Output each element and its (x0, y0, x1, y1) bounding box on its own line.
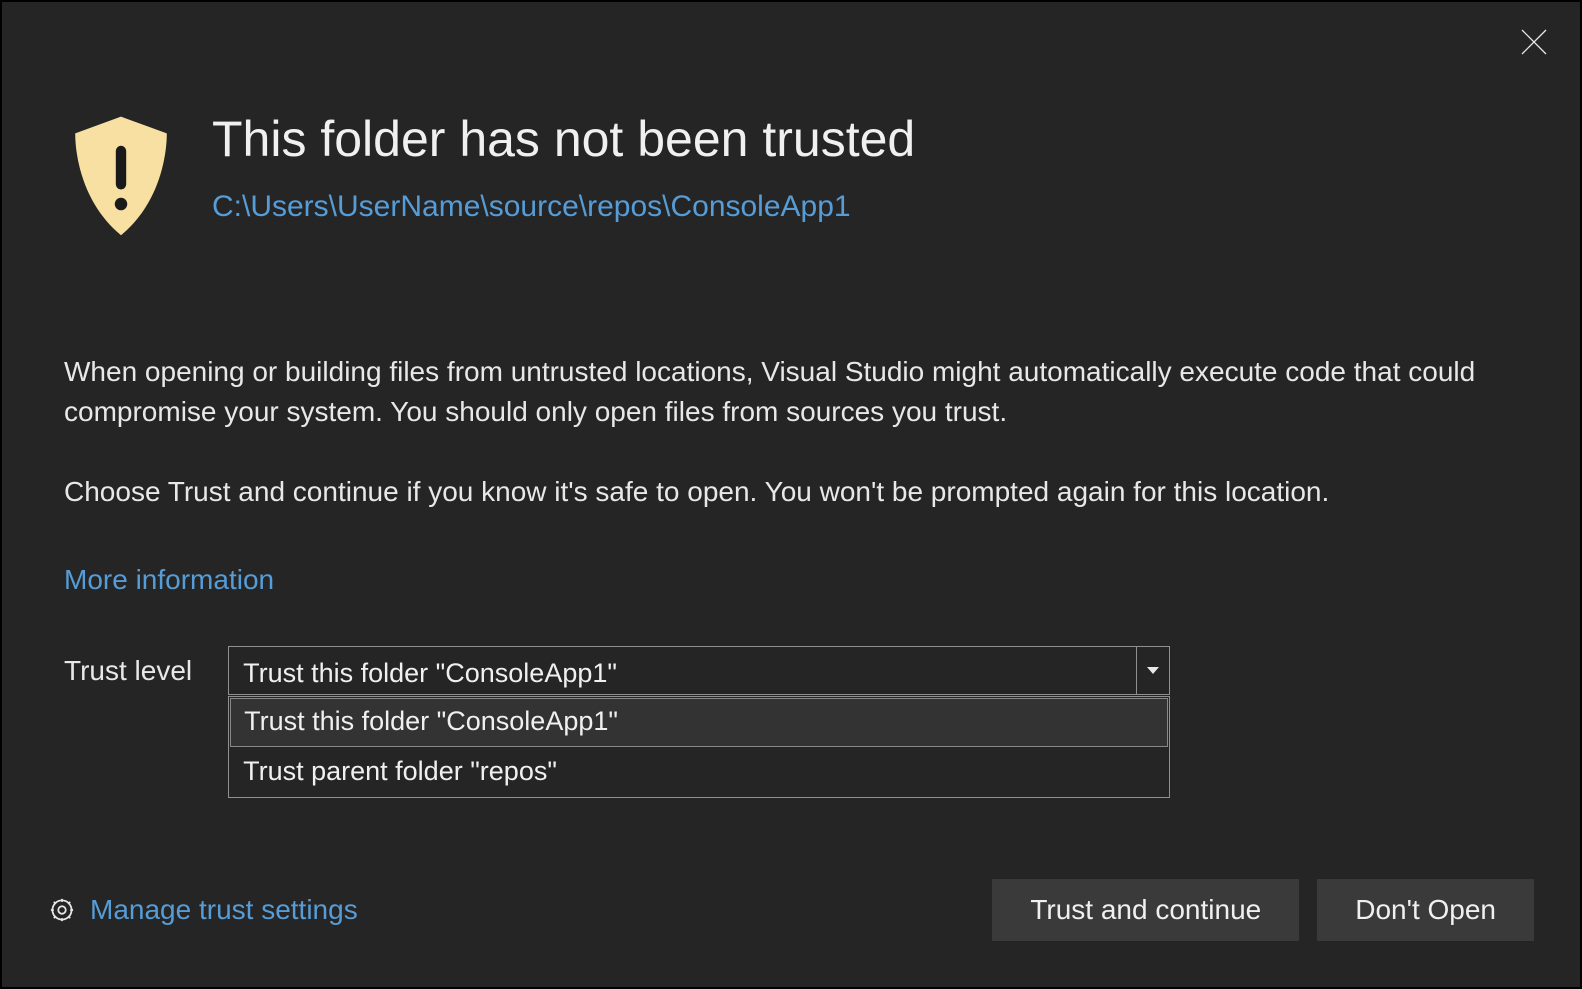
trust-level-combobox[interactable]: Trust this folder "ConsoleApp1" Trust th… (228, 646, 1170, 695)
folder-path: C:\Users\UserName\source\repos\ConsoleAp… (212, 190, 915, 224)
trust-level-dropdown: Trust this folder "ConsoleApp1" Trust pa… (228, 696, 1170, 798)
dialog-body: When opening or building files from untr… (64, 352, 1518, 596)
trust-level-label: Trust level (64, 655, 192, 687)
dialog-header: This folder has not been trusted C:\User… (56, 110, 915, 240)
shield-warning-icon (69, 114, 173, 240)
chevron-down-icon (1147, 667, 1159, 675)
dialog-buttons: Trust and continue Don't Open (992, 879, 1534, 941)
shield-icon-wrap (56, 110, 186, 240)
dialog-footer: Manage trust settings Trust and continue… (48, 879, 1534, 941)
close-button[interactable] (1516, 24, 1552, 60)
trust-level-option-0[interactable]: Trust this folder "ConsoleApp1" (230, 698, 1168, 747)
body-paragraph-2: Choose Trust and continue if you know it… (64, 472, 1518, 512)
manage-trust-settings-link[interactable]: Manage trust settings (48, 894, 358, 926)
dialog-title: This folder has not been trusted (212, 110, 915, 168)
manage-trust-settings-label: Manage trust settings (90, 894, 358, 926)
trust-dialog: This folder has not been trusted C:\User… (0, 0, 1582, 989)
trust-level-row: Trust level Trust this folder "ConsoleAp… (64, 646, 1170, 695)
trust-and-continue-button[interactable]: Trust and continue (992, 879, 1299, 941)
gear-icon (48, 896, 76, 924)
more-information-link[interactable]: More information (64, 564, 274, 596)
trust-level-selected[interactable]: Trust this folder "ConsoleApp1" (228, 646, 1136, 695)
trust-level-dropdown-button[interactable] (1136, 646, 1170, 695)
trust-level-option-1[interactable]: Trust parent folder "repos" (229, 748, 1169, 797)
header-text: This folder has not been trusted C:\User… (212, 110, 915, 224)
close-icon (1520, 28, 1548, 56)
dont-open-button[interactable]: Don't Open (1317, 879, 1534, 941)
body-paragraph-1: When opening or building files from untr… (64, 352, 1518, 432)
